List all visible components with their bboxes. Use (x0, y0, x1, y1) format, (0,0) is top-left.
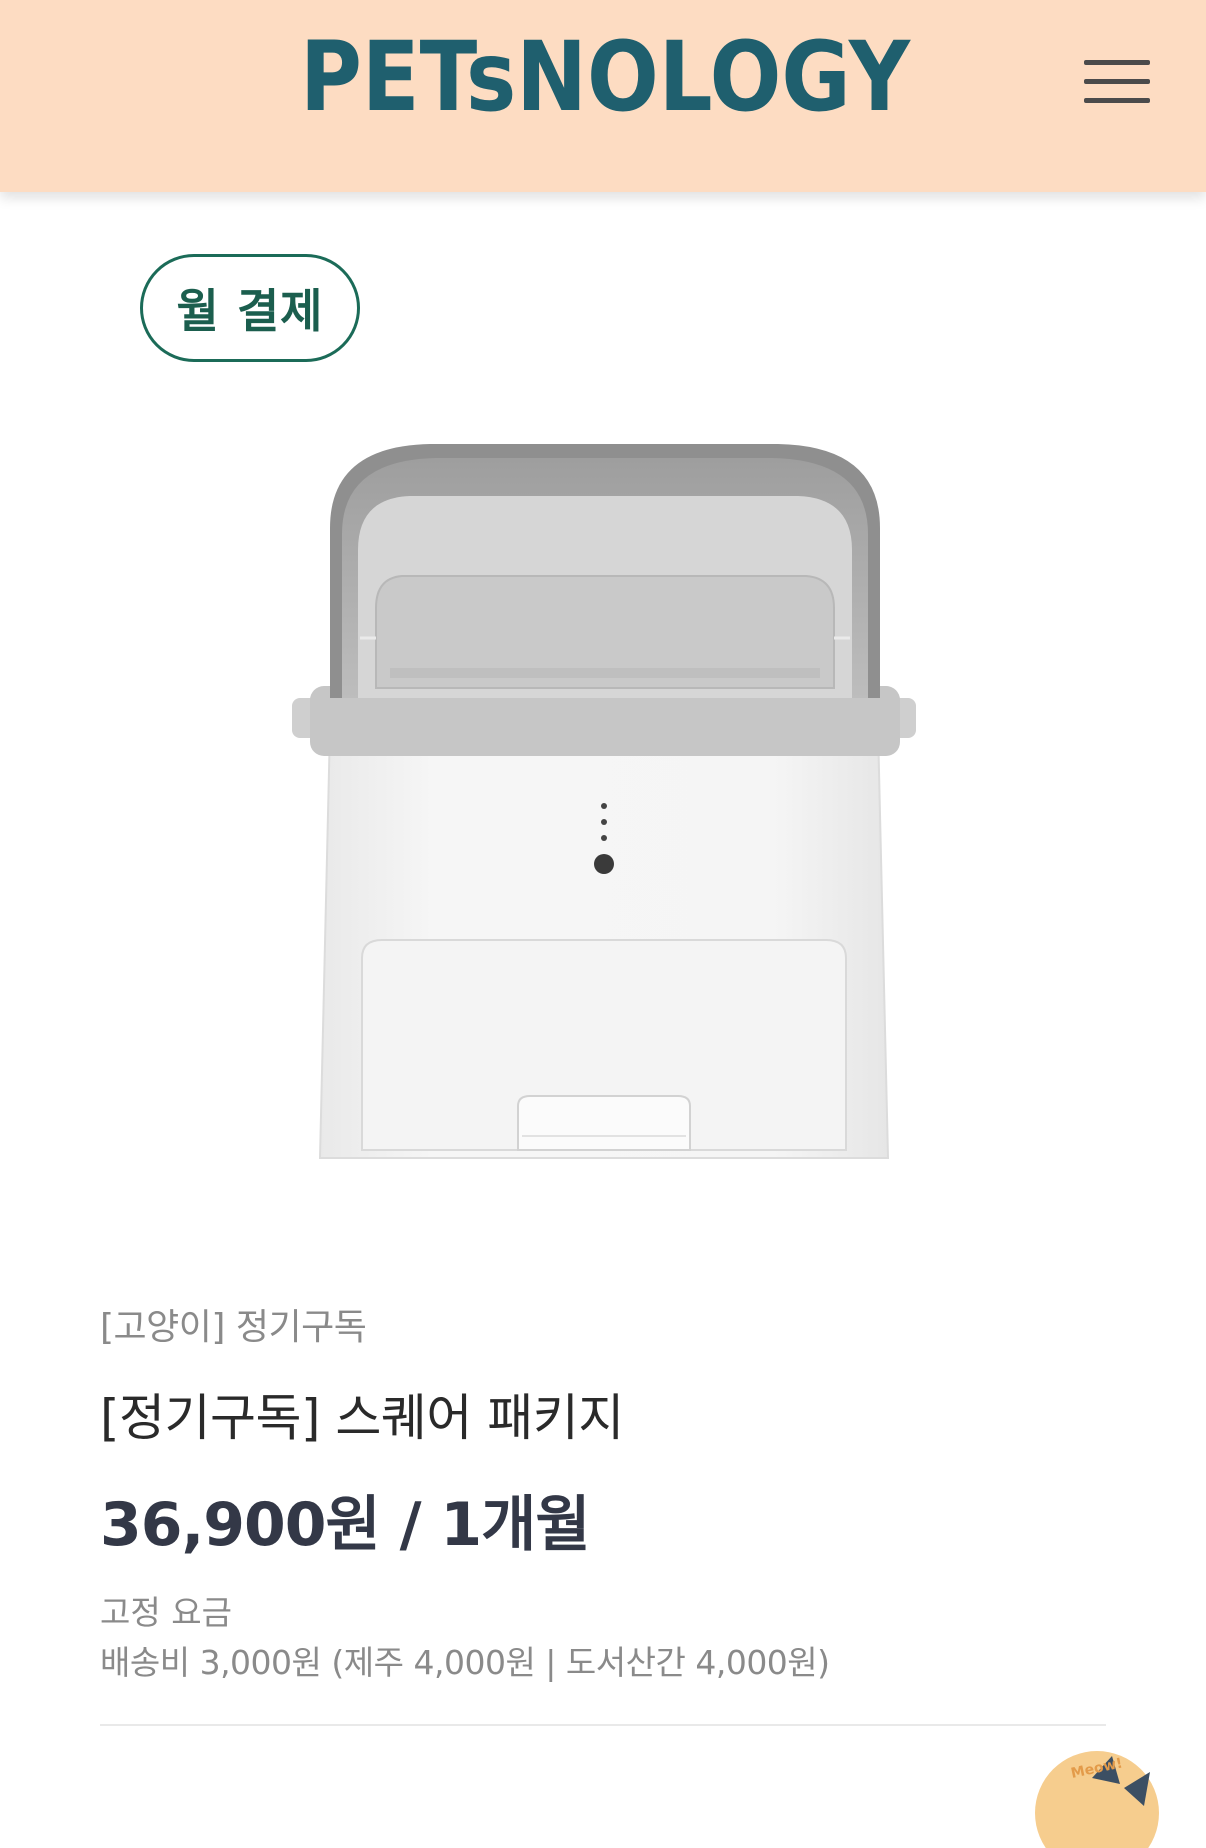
monthly-payment-badge: 월 결제 (140, 254, 360, 362)
shipping-fee-info: 배송비 3,000원 (제주 4,000원 | 도서산간 4,000원) (100, 1643, 830, 1682)
product-price: 36,900원 / 1개월 (100, 1490, 591, 1560)
site-header: PETsNOLOGY (0, 0, 1206, 192)
product-title: [정기구독] 스퀘어 패키지 (100, 1389, 624, 1447)
petsnology-logo[interactable]: PETsNOLOGY (290, 18, 920, 133)
product-image (292, 444, 916, 1159)
product-category: [고양이] 정기구독 (100, 1307, 367, 1348)
section-divider (100, 1724, 1106, 1726)
hamburger-menu-icon[interactable] (1080, 58, 1150, 108)
cat-chat-icon[interactable]: Meow! (1032, 1748, 1162, 1848)
logo-text: PETsNOLOGY (300, 21, 911, 133)
fee-type: 고정 요금 (100, 1593, 232, 1632)
